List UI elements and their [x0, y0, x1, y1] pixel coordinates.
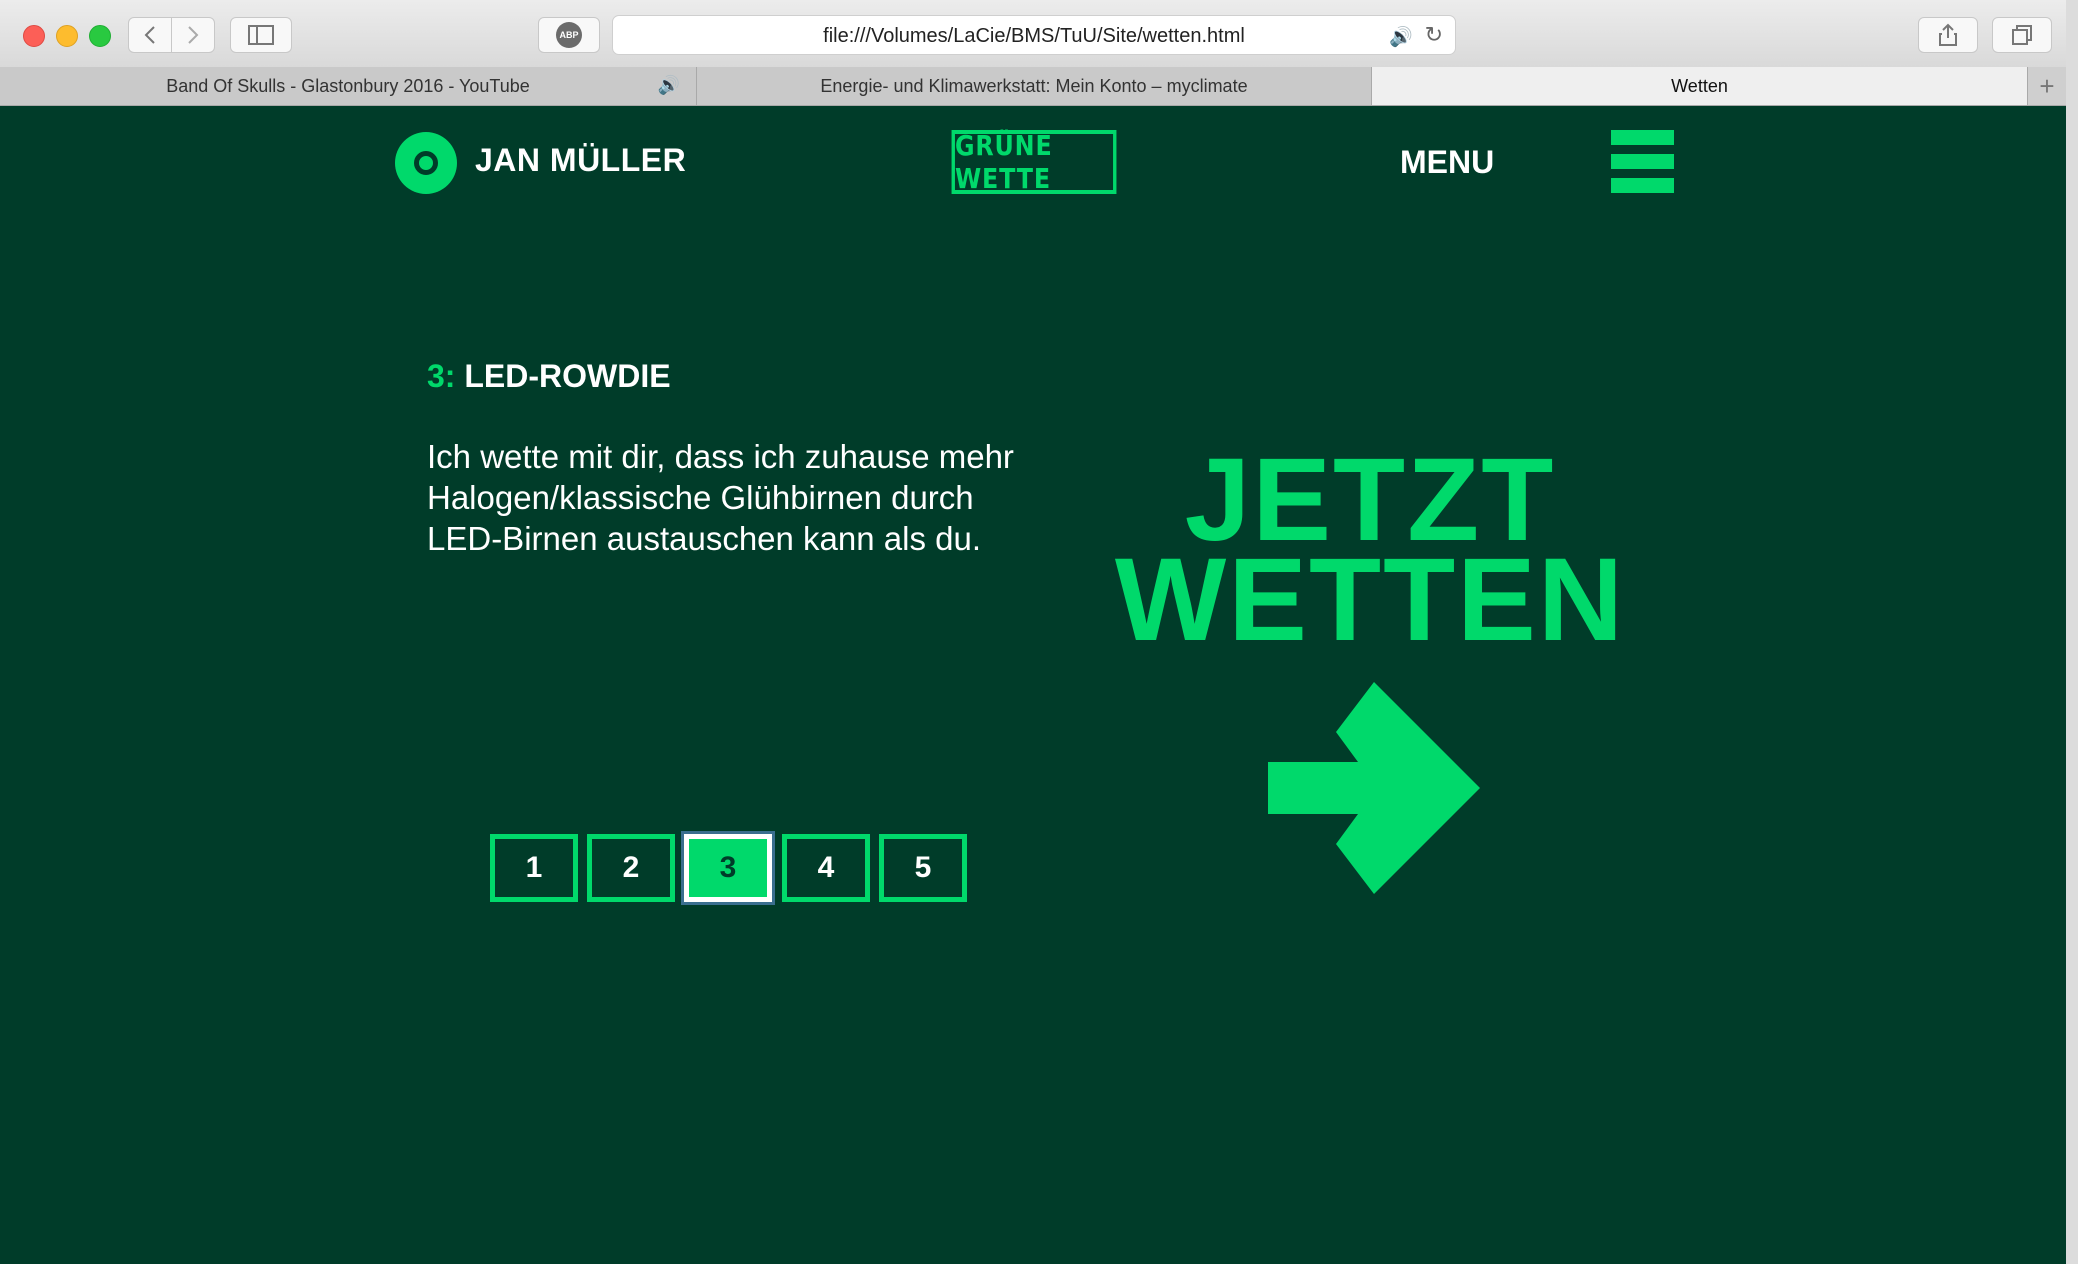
- page-button-3[interactable]: 3: [684, 834, 772, 902]
- avatar-ring: [414, 151, 438, 175]
- browser-window: ABP file:///Volumes/LaCie/BMS/TuU/Site/w…: [0, 0, 2078, 1264]
- chevron-right-icon: [188, 26, 199, 44]
- user-name[interactable]: JAN MÜLLER: [475, 142, 686, 179]
- show-tabs-button[interactable]: [1992, 17, 2052, 53]
- jetzt-wetten-button[interactable]: JETZT WETTEN: [1110, 441, 1630, 666]
- back-button[interactable]: [128, 17, 172, 53]
- sidebar-icon: [248, 25, 274, 45]
- tab-myclimate[interactable]: Energie- und Klimawerkstatt: Mein Konto …: [697, 67, 1372, 105]
- bet-name: LED-ROWDIE: [464, 358, 671, 394]
- page-button-4[interactable]: 4: [782, 834, 870, 902]
- tab-label: Energie- und Klimawerkstatt: Mein Konto …: [820, 75, 1248, 96]
- close-window-button[interactable]: [23, 25, 45, 47]
- bet-description: Ich wette mit dir, dass ich zuhause mehr…: [427, 438, 1014, 557]
- share-icon: [1939, 23, 1957, 46]
- hamburger-bar: [1611, 154, 1674, 169]
- tabs-overview-icon: [2012, 25, 2032, 45]
- minimize-window-button[interactable]: [56, 25, 78, 47]
- tab-label: Band Of Skulls - Glastonbury 2016 - YouT…: [166, 75, 530, 96]
- url-text: file:///Volumes/LaCie/BMS/TuU/Site/wette…: [823, 25, 1245, 47]
- new-tab-button[interactable]: +: [2028, 67, 2066, 105]
- bet-number: 3:: [427, 358, 456, 394]
- sidebar-toggle-button[interactable]: [230, 17, 292, 53]
- page-button-2[interactable]: 2: [587, 834, 675, 902]
- reload-icon[interactable]: ↻: [1425, 22, 1443, 48]
- page-button-1[interactable]: 1: [490, 834, 578, 902]
- brand-logo[interactable]: GRÜNE WETTE: [951, 129, 1117, 195]
- arrow-right-icon[interactable]: [1268, 682, 1480, 894]
- cta-line-2: WETTEN: [1114, 534, 1626, 666]
- user-avatar-icon[interactable]: [395, 132, 457, 194]
- hamburger-bar: [1611, 130, 1674, 145]
- adblock-icon: ABP: [556, 22, 582, 48]
- address-bar[interactable]: file:///Volumes/LaCie/BMS/TuU/Site/wette…: [612, 15, 1456, 55]
- adblock-button[interactable]: ABP: [538, 17, 600, 53]
- hamburger-menu-icon[interactable]: [1611, 130, 1674, 193]
- tab-label: Wetten: [1671, 75, 1728, 96]
- forward-button[interactable]: [171, 17, 215, 53]
- tab-bar: Band Of Skulls - Glastonbury 2016 - YouT…: [0, 67, 2066, 106]
- hamburger-bar: [1611, 178, 1674, 193]
- chevron-left-icon: [144, 26, 155, 44]
- browser-toolbar: ABP file:///Volumes/LaCie/BMS/TuU/Site/w…: [0, 0, 2066, 68]
- page-button-5[interactable]: 5: [879, 834, 967, 902]
- audio-playing-icon[interactable]: 🔊: [1389, 25, 1413, 49]
- share-button[interactable]: [1918, 17, 1978, 53]
- tab-wetten[interactable]: Wetten: [1372, 67, 2028, 105]
- menu-label[interactable]: MENU: [1400, 144, 1494, 181]
- web-page: JAN MÜLLER GRÜNE WETTE MENU 3: LED-ROWDI…: [0, 106, 2066, 1264]
- maximize-window-button[interactable]: [89, 25, 111, 47]
- tab-youtube[interactable]: Band Of Skulls - Glastonbury 2016 - YouT…: [0, 67, 697, 105]
- speaker-icon[interactable]: 🔊: [658, 75, 680, 96]
- bet-title: 3: LED-ROWDIE: [427, 358, 671, 395]
